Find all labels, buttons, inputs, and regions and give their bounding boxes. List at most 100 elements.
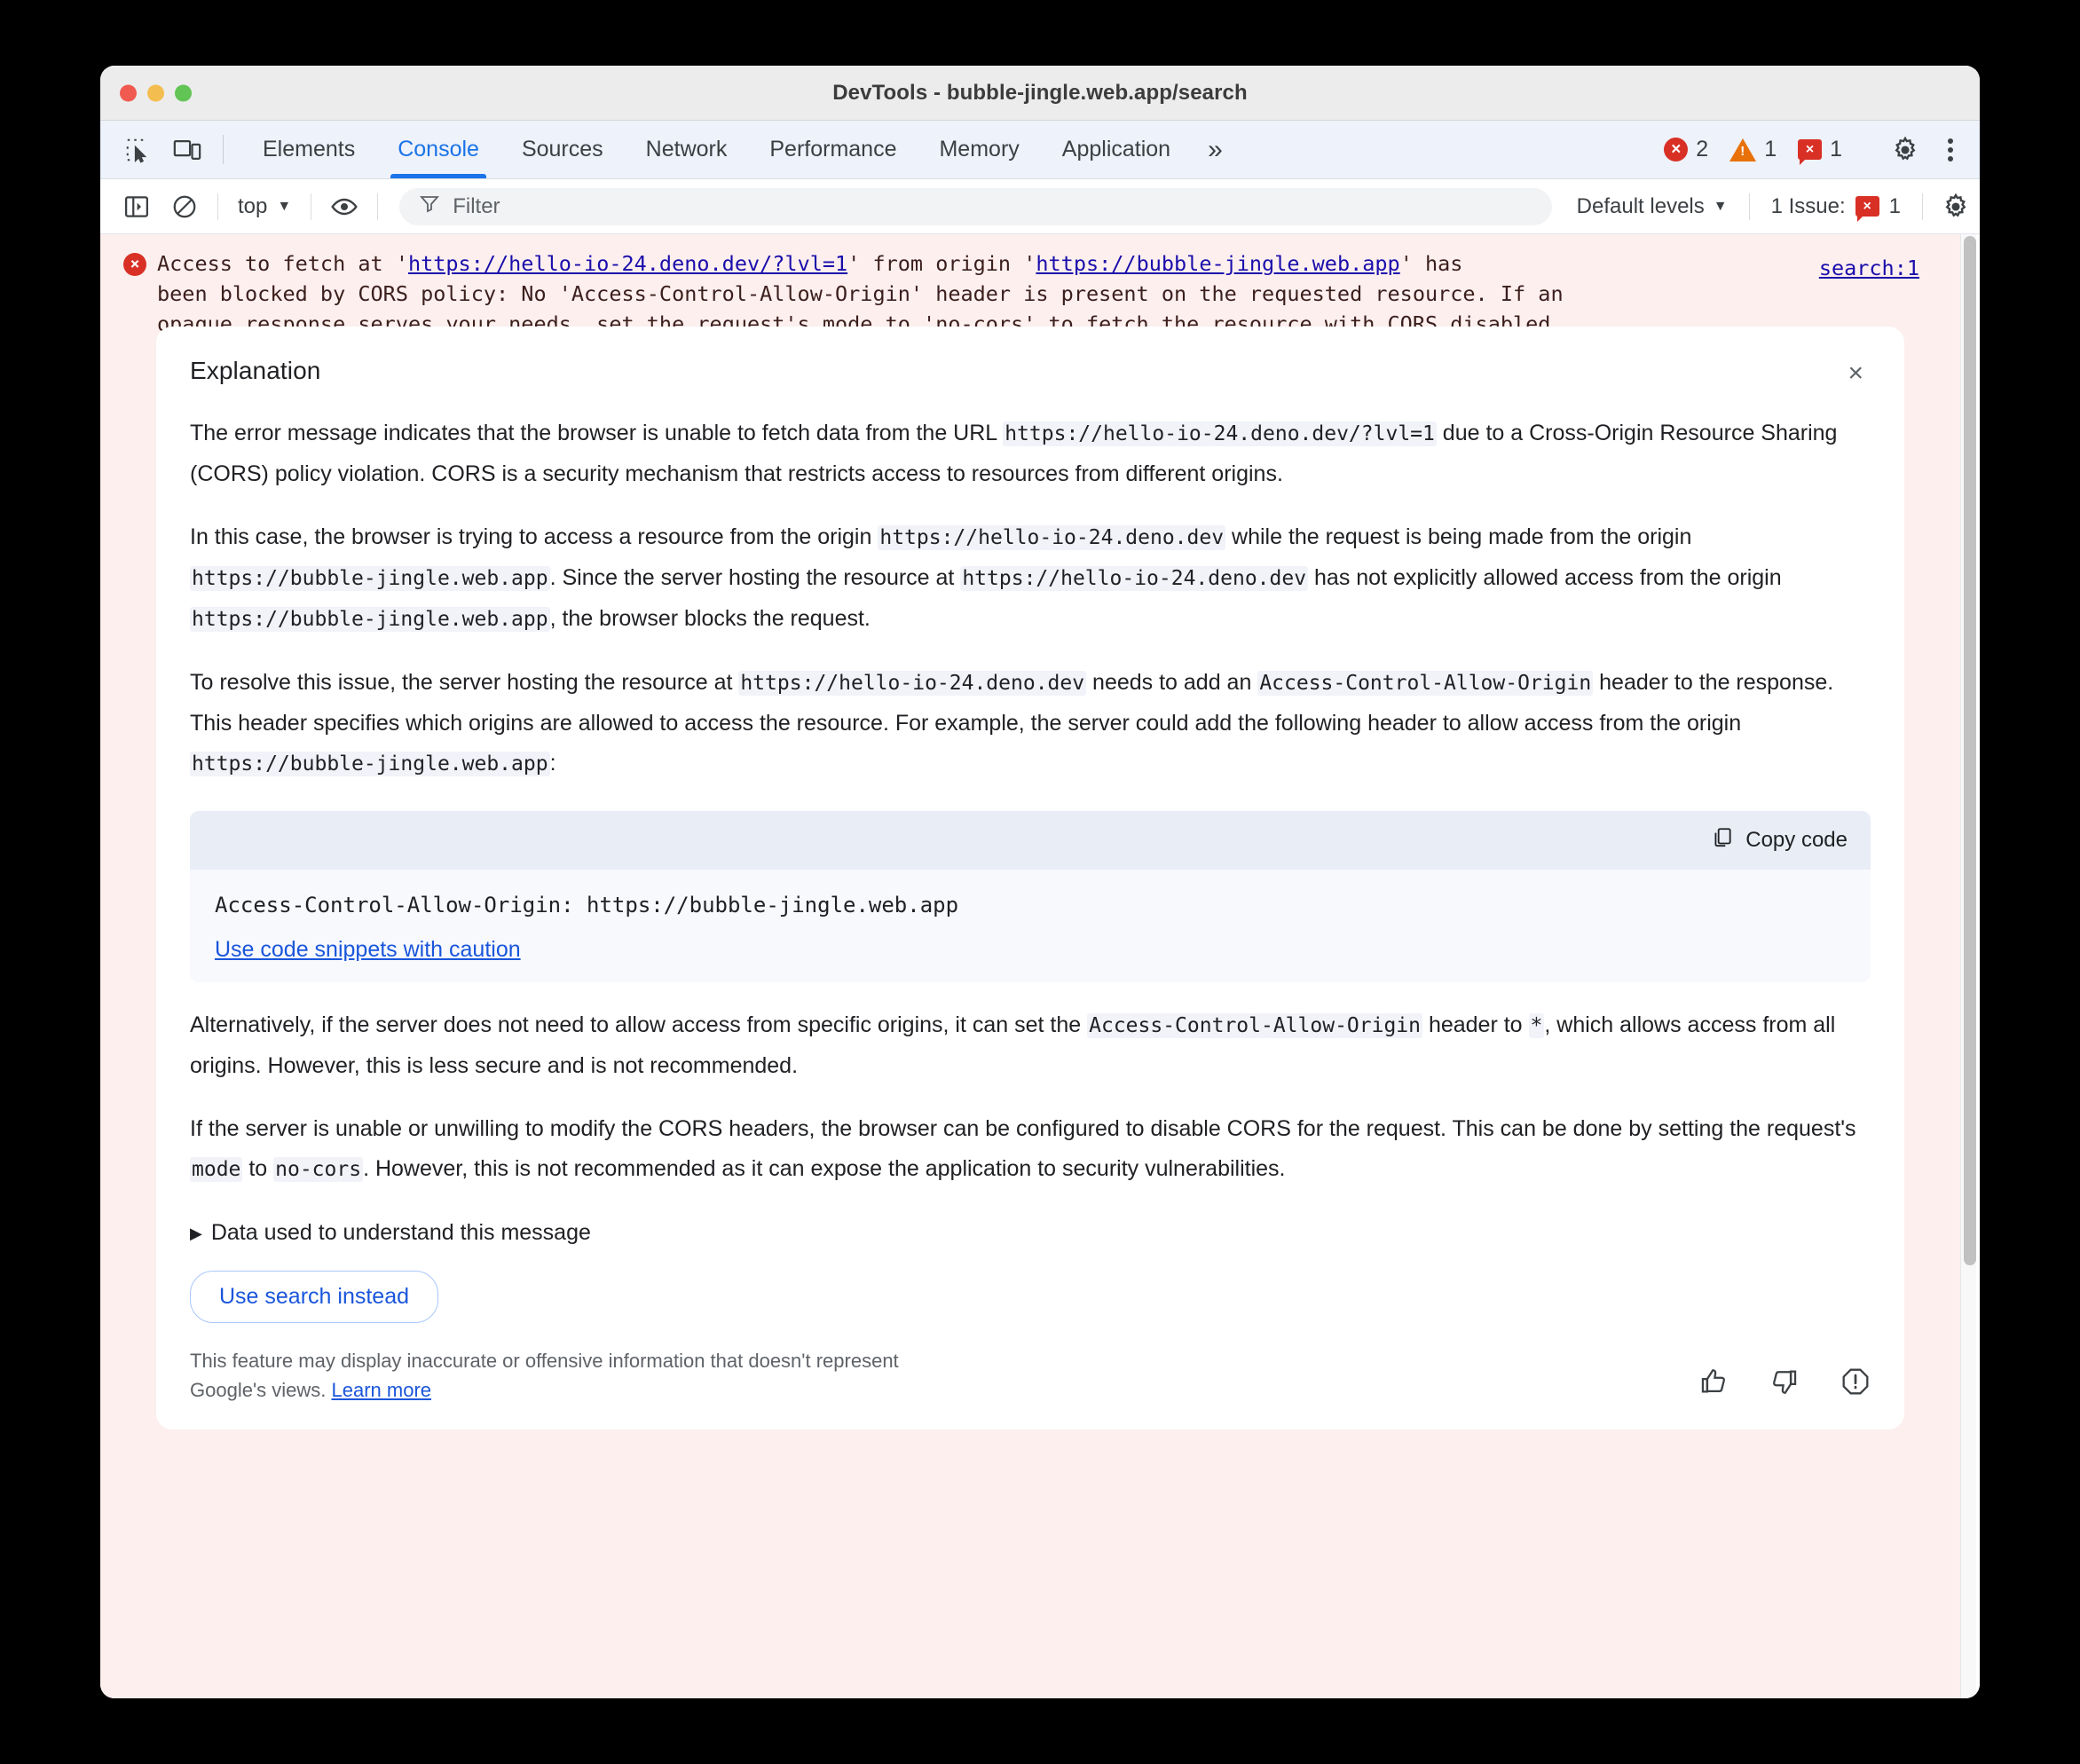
data-used-label: Data used to understand this message — [210, 1220, 591, 1245]
data-used-disclosure[interactable]: ▶ Data used to understand this message — [190, 1220, 1871, 1246]
issue-count: 1 — [1830, 137, 1842, 161]
tab-performance[interactable]: Performance — [748, 121, 918, 178]
titlebar: DevTools - bubble-jingle.web.app/search — [100, 66, 1980, 121]
explanation-paragraph-4: Alternatively, if the server does not ne… — [190, 1012, 1836, 1078]
error-text-mid: ' from origin ' — [847, 251, 1036, 276]
tab-memory[interactable]: Memory — [918, 121, 1040, 178]
console-scrollbar[interactable] — [1960, 234, 1976, 1698]
copy-code-button[interactable]: Copy code — [1711, 826, 1848, 855]
kebab-menu-icon[interactable] — [1934, 138, 1967, 161]
code-snippet-body: Access-Control-Allow-Origin: https://bub… — [190, 870, 1871, 982]
issue-counter[interactable]: × 1 — [1789, 137, 1851, 165]
code-snippet-header: Copy code — [190, 811, 1871, 870]
traffic-lights — [120, 84, 192, 101]
use-search-instead-button[interactable]: Use search instead — [190, 1271, 439, 1323]
feedback-controls — [1698, 1366, 1871, 1405]
filter-input-wrapper[interactable]: Filter — [399, 187, 1552, 225]
issue-icon: × — [1798, 139, 1823, 165]
inline-code: https://bubble-jingle.web.app — [190, 566, 550, 591]
inline-code: https://bubble-jingle.web.app — [190, 752, 550, 776]
explanation-footer: This feature may display inaccurate or o… — [190, 1346, 1871, 1405]
error-link-origin[interactable]: https://bubble-jingle.web.app — [1036, 251, 1399, 276]
log-levels-selector[interactable]: Default levels ▼ — [1564, 194, 1740, 219]
learn-more-link[interactable]: Learn more — [332, 1379, 432, 1401]
toolbar-divider-5 — [1922, 193, 1923, 220]
minimize-window-button[interactable] — [147, 84, 164, 101]
console-body: × Access to fetch at 'https://hello-io-2… — [100, 234, 1980, 1698]
inline-code: https://hello-io-24.deno.dev — [878, 525, 1226, 550]
issues-count: 1 — [1888, 193, 1901, 218]
tab-elements[interactable]: Elements — [241, 121, 376, 178]
page-title: Explanation — [190, 357, 321, 384]
error-count: 2 — [1696, 137, 1709, 161]
warning-icon — [1729, 138, 1757, 161]
inline-code: https://bubble-jingle.web.app — [190, 607, 550, 632]
issues-summary[interactable]: 1 Issue: × 1 — [1759, 193, 1913, 222]
error-icon: × — [1664, 138, 1689, 161]
copy-icon — [1711, 826, 1734, 855]
explanation-header: Explanation × — [190, 357, 1871, 390]
error-text-post: ' has — [1399, 251, 1463, 276]
close-icon[interactable]: × — [1840, 357, 1871, 390]
close-window-button[interactable] — [120, 84, 137, 101]
error-message-text: Access to fetch at 'https://hello-io-24.… — [123, 248, 1937, 339]
warning-count: 1 — [1764, 137, 1777, 161]
error-source-link[interactable]: search:1 — [1819, 253, 1919, 283]
device-toolbar-icon[interactable] — [162, 121, 212, 178]
maximize-window-button[interactable] — [175, 84, 192, 101]
console-toolbar: top ▼ Filter Default levels ▼ 1 Issue: ×… — [100, 179, 1980, 234]
inline-code: Access-Control-Allow-Origin — [1257, 671, 1594, 696]
explanation-card: Explanation × The error message indicate… — [156, 327, 1904, 1429]
chevron-down-icon: ▼ — [1713, 198, 1728, 214]
devtools-tabbar: Elements Console Sources Network Perform… — [100, 121, 1980, 179]
error-counter[interactable]: × 2 — [1655, 137, 1717, 162]
explanation-paragraph-5: If the server is unable or unwilling to … — [190, 1116, 1856, 1182]
log-levels-label: Default levels — [1576, 193, 1705, 218]
error-text-pre: Access to fetch at ' — [157, 251, 408, 276]
clear-console-icon[interactable] — [161, 183, 209, 231]
tab-network[interactable]: Network — [625, 121, 749, 178]
explanation-paragraph-3: To resolve this issue, the server hostin… — [190, 670, 1834, 776]
code-caution-link[interactable]: Use code snippets with caution — [215, 937, 521, 963]
tabbar-status-area: × 2 1 × 1 — [1655, 121, 1980, 178]
live-expression-icon[interactable] — [320, 183, 368, 231]
gear-icon[interactable] — [1880, 135, 1930, 165]
copy-code-label: Copy code — [1745, 828, 1848, 852]
tabbar-divider — [223, 135, 224, 164]
inline-code: https://hello-io-24.deno.dev — [960, 566, 1309, 591]
more-tabs-icon[interactable]: » — [1192, 121, 1236, 178]
code-snippet-text: Access-Control-Allow-Origin: https://bub… — [215, 893, 959, 917]
inspect-element-icon[interactable] — [113, 121, 162, 178]
chevron-down-icon: ▼ — [277, 198, 292, 214]
warning-counter[interactable]: 1 — [1721, 137, 1785, 162]
report-icon[interactable] — [1840, 1366, 1871, 1401]
error-message-region: × Access to fetch at 'https://hello-io-2… — [100, 234, 1960, 1698]
toolbar-divider-3 — [377, 193, 379, 220]
inline-code: no-cors — [273, 1157, 364, 1182]
disclaimer-body: This feature may display inaccurate or o… — [190, 1350, 899, 1401]
toolbar-divider-1 — [217, 193, 218, 220]
chevron-right-icon: ▶ — [190, 1224, 202, 1242]
inline-code: * — [1528, 1013, 1545, 1038]
filter-input[interactable]: Filter — [453, 194, 500, 219]
scrollbar-thumb[interactable] — [1964, 236, 1976, 1265]
explanation-paragraph-1: The error message indicates that the bro… — [190, 421, 1838, 486]
tab-console[interactable]: Console — [376, 121, 500, 178]
thumb-up-icon[interactable] — [1698, 1366, 1729, 1401]
error-link-target[interactable]: https://hello-io-24.deno.dev/?lvl=1 — [408, 251, 847, 276]
thumb-down-icon[interactable] — [1769, 1366, 1800, 1401]
code-snippet: Copy code Access-Control-Allow-Origin: h… — [190, 811, 1871, 982]
tab-sources[interactable]: Sources — [500, 121, 625, 178]
tab-application[interactable]: Application — [1041, 121, 1192, 178]
inline-code: mode — [190, 1157, 243, 1182]
execution-context-label: top — [238, 193, 268, 218]
panel-tabs: Elements Console Sources Network Perform… — [241, 121, 1236, 178]
console-sidebar-icon[interactable] — [113, 183, 161, 231]
window-title: DevTools - bubble-jingle.web.app/search — [832, 80, 1248, 105]
error-icon: × — [123, 253, 146, 276]
execution-context-selector[interactable]: top ▼ — [227, 194, 302, 219]
inline-code: https://hello-io-24.deno.dev/?lvl=1 — [1003, 421, 1437, 446]
issue-icon: × — [1855, 196, 1879, 222]
issues-label: 1 Issue: — [1770, 193, 1846, 218]
console-settings-gear-icon[interactable] — [1932, 183, 1980, 231]
